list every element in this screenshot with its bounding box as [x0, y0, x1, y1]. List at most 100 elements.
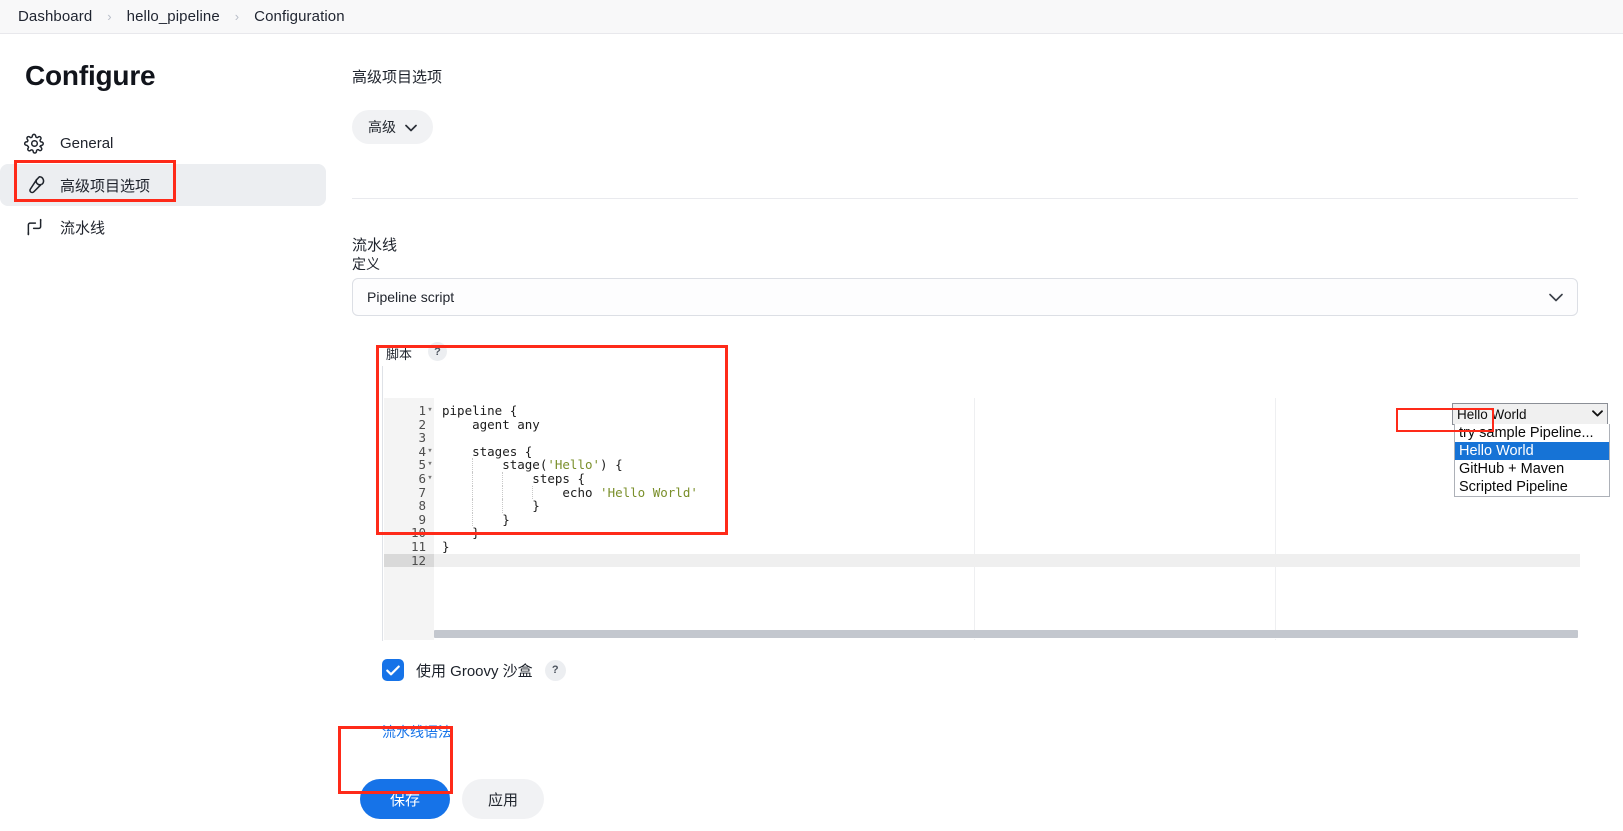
line-number: 11: [410, 538, 426, 554]
pipeline-icon: [22, 215, 46, 239]
breadcrumb-item-hello-pipeline[interactable]: hello_pipeline: [125, 8, 222, 25]
script-help-icon[interactable]: ?: [428, 342, 447, 361]
line-number: 10: [410, 525, 426, 541]
code-line: 8 }: [384, 499, 1580, 513]
editor-horizontal-scrollbar[interactable]: [434, 630, 1578, 639]
code-line: 5 ▾ stage('Hello') {: [384, 458, 1580, 472]
code-line: 10 }: [384, 526, 1580, 540]
indent-guide: [472, 471, 474, 486]
groovy-sandbox-checkbox[interactable]: [382, 659, 404, 681]
scrollbar-thumb[interactable]: [434, 630, 1578, 638]
section-title-advanced-project-options: 高级项目选项: [352, 69, 443, 86]
indent-guide: [532, 485, 534, 500]
line-number: 9: [418, 511, 426, 527]
code-line: 11}: [384, 540, 1580, 554]
script-label: 脚本: [386, 347, 413, 362]
option-try-sample-pipeline[interactable]: try sample Pipeline...: [1455, 424, 1609, 442]
code-line: 7 echo 'Hello World': [384, 484, 1580, 500]
code-line: 4 ▾ stages {: [384, 443, 1580, 459]
section-title-pipeline: 流水线: [352, 237, 398, 254]
save-button[interactable]: 保存: [360, 779, 450, 819]
code-area[interactable]: 1 ▾ pipeline {2 agent any 3 4 ▾ stages {5 ▾ st…: [384, 398, 1580, 640]
line-number: 7: [418, 484, 426, 500]
code-text: steps {: [442, 470, 585, 486]
line-number: 1 ▾: [384, 404, 434, 418]
code-text: stage('Hello') {: [442, 457, 623, 473]
definition-label: 定义: [352, 256, 380, 272]
chevron-down-icon: [1549, 289, 1563, 305]
sidebar-item-label-advanced: 高级项目选项: [60, 177, 151, 195]
breadcrumb: Dashboard › hello_pipeline › Configurati…: [0, 0, 1623, 34]
apply-button[interactable]: 应用: [462, 779, 544, 819]
option-hello-world[interactable]: Hello World: [1455, 442, 1609, 460]
definition-select-value: Pipeline script: [367, 289, 455, 305]
line-number: 3: [418, 430, 426, 446]
sidebar-nav: General 高级项目选项 流水线: [0, 122, 330, 248]
line-number: 2: [418, 416, 426, 432]
code-line: 2 agent any: [384, 416, 1580, 432]
line-number: 6 ▾: [384, 472, 434, 486]
page-root: Dashboard › hello_pipeline › Configurati…: [0, 0, 1623, 831]
sidebar-item-advanced-project-options[interactable]: 高级项目选项: [0, 164, 326, 206]
code-line: 12: [384, 553, 1580, 568]
indent-guide: [502, 499, 504, 513]
definition-select[interactable]: Pipeline script: [352, 278, 1578, 316]
sidebar: Configure General 高级项目选项 流水线: [0, 34, 330, 831]
sidebar-item-general[interactable]: General: [0, 122, 326, 164]
page-title: Configure: [25, 60, 156, 91]
pipeline-syntax-link[interactable]: 流水线语法: [382, 722, 452, 742]
code-text: }: [442, 498, 540, 514]
indent-guide: [502, 485, 504, 500]
code-lines: 1 ▾ pipeline {2 agent any 3 4 ▾ stages {5 ▾ st…: [384, 404, 1580, 568]
line-number: 4 ▾: [384, 445, 434, 459]
indent-guide: [472, 499, 474, 513]
code-line: 3: [384, 431, 1580, 445]
wrench-icon: [22, 173, 46, 197]
fold-arrow-icon[interactable]: ▾: [425, 472, 435, 486]
advanced-toggle-label: 高级: [368, 119, 396, 135]
code-text: agent any: [442, 416, 540, 432]
code-text: stages {: [442, 443, 533, 459]
code-text: }: [442, 511, 510, 527]
breadcrumb-item-configuration[interactable]: Configuration: [252, 8, 347, 25]
breadcrumb-separator-2: ›: [234, 9, 240, 24]
gear-icon: [22, 131, 46, 155]
fold-arrow-icon[interactable]: ▾: [425, 445, 435, 459]
option-scripted-pipeline[interactable]: Scripted Pipeline: [1455, 478, 1609, 496]
groovy-sandbox-label: 使用 Groovy 沙盒: [416, 662, 533, 680]
sidebar-item-label-general: General: [60, 134, 114, 152]
line-number: 8: [418, 498, 426, 514]
script-editor[interactable]: 1 ▾ pipeline {2 agent any 3 4 ▾ stages {5 ▾ st…: [382, 366, 1610, 641]
section-divider: [352, 198, 1578, 199]
form-actions: 保存 应用: [360, 779, 544, 819]
code-line: 6 ▾ steps {: [384, 472, 1580, 486]
groovy-sandbox-row: 使用 Groovy 沙盒 ?: [382, 659, 566, 681]
option-github-maven[interactable]: GitHub + Maven: [1455, 460, 1609, 478]
main-content: 高级项目选项 高级 流水线 定义 Pipeline script 脚本 ? 1 …: [330, 34, 1623, 831]
indent-guide: [472, 512, 474, 527]
indent-guide: [502, 471, 504, 486]
code-text: }: [442, 525, 480, 541]
code-text: }: [442, 538, 450, 554]
code-text: pipeline {: [442, 403, 518, 418]
sidebar-item-label-pipeline: 流水线: [60, 219, 106, 237]
code-text: echo 'Hello World': [442, 484, 698, 500]
chevron-down-icon: [405, 119, 417, 135]
breadcrumb-separator-1: ›: [107, 9, 112, 24]
code-text: [434, 553, 1580, 568]
chevron-down-icon: [1592, 408, 1603, 420]
line-number: 12: [384, 553, 434, 568]
code-line: 1 ▾ pipeline {: [384, 404, 1580, 418]
line-number: 5 ▾: [384, 458, 434, 472]
indent-guide: [472, 485, 474, 500]
breadcrumb-item-dashboard[interactable]: Dashboard: [16, 8, 94, 25]
groovy-sandbox-help-icon[interactable]: ?: [544, 659, 566, 681]
fold-arrow-icon[interactable]: ▾: [425, 458, 435, 472]
sidebar-item-pipeline[interactable]: 流水线: [0, 206, 326, 248]
indent-guide: [472, 458, 474, 472]
advanced-toggle-button[interactable]: 高级: [352, 110, 433, 144]
code-line: 9 }: [384, 511, 1580, 527]
sample-pipeline-options[interactable]: try sample Pipeline... Hello World GitHu…: [1454, 424, 1610, 497]
fold-arrow-icon[interactable]: ▾: [425, 404, 435, 418]
